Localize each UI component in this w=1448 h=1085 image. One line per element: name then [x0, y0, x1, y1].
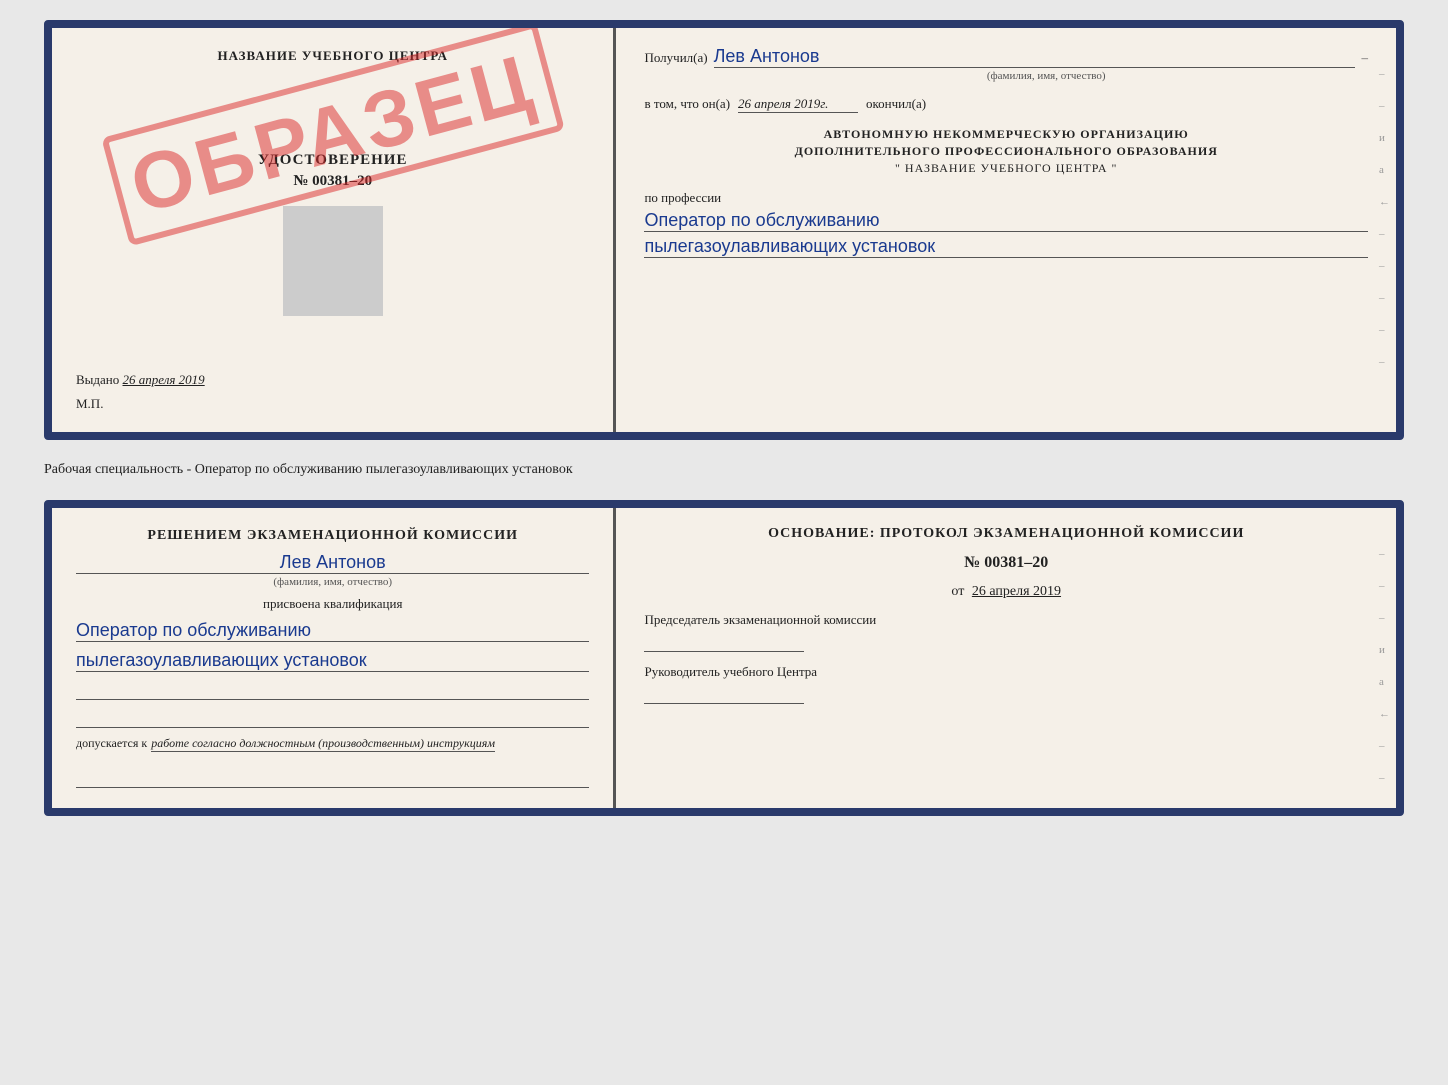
chairman-label: Председатель экзаменационной комиссии	[644, 612, 1368, 628]
admission-value: работе согласно должностным (производств…	[151, 736, 495, 752]
org-line1: АВТОНОМНУЮ НЕКОММЕРЧЕСКУЮ ОРГАНИЗАЦИЮ	[824, 127, 1189, 142]
profession-label: по профессии	[644, 190, 1368, 206]
org-name-left: НАЗВАНИЕ УЧЕБНОГО ЦЕНТРА	[217, 48, 448, 64]
basis-title: Основание: протокол экзаменационной коми…	[644, 526, 1368, 542]
bottom-document-card: Решением экзаменационной комиссии Лев Ан…	[44, 500, 1404, 816]
bottom-right-panel: Основание: протокол экзаменационной коми…	[616, 508, 1396, 808]
director-label: Руководитель учебного Центра	[644, 664, 1368, 680]
issued-label: Выдано	[76, 372, 119, 387]
person-block: Лев Антонов (фамилия, имя, отчество)	[76, 552, 589, 588]
profession-value1: Оператор по обслуживанию	[644, 210, 1368, 232]
director-block: Руководитель учебного Центра	[644, 664, 1368, 704]
person-name: Лев Антонов	[76, 552, 589, 574]
basis-date-value: 26 апреля 2019	[972, 584, 1061, 599]
fio-subtitle: (фамилия, имя, отчество)	[724, 70, 1368, 82]
received-row: Получил(а) Лев Антонов –	[644, 46, 1368, 68]
profession-value2: пылегазоулавливающих установок	[644, 236, 1368, 258]
basis-date: от 26 апреля 2019	[644, 584, 1368, 600]
top-right-side-marks: – – и а ← – – – – –	[1379, 68, 1390, 368]
page-wrapper: НАЗВАНИЕ УЧЕБНОГО ЦЕНТРА ОБРАЗЕЦ УДОСТОВ…	[44, 20, 1404, 816]
issued-line: Выдано 26 апреля 2019	[76, 372, 205, 388]
basis-number: № 00381–20	[644, 554, 1368, 572]
blank-line-2	[76, 708, 589, 728]
cert-label: УДОСТОВЕРЕНИЕ	[258, 152, 408, 169]
completed-label: в том, что он(а)	[644, 96, 730, 112]
qual-value2: пылегазоулавливающих установок	[76, 650, 589, 672]
top-document-card: НАЗВАНИЕ УЧЕБНОГО ЦЕНТРА ОБРАЗЕЦ УДОСТОВ…	[44, 20, 1404, 440]
bottom-left-panel: Решением экзаменационной комиссии Лев Ан…	[52, 508, 616, 808]
commission-title: Решением экзаменационной комиссии	[76, 528, 589, 544]
bottom-right-side-marks: – – – и а ← – – – –	[1379, 548, 1390, 816]
org-line3: " НАЗВАНИЕ УЧЕБНОГО ЦЕНТРА "	[895, 161, 1117, 176]
received-line: Получил(а) Лев Антонов – (фамилия, имя, …	[644, 46, 1368, 82]
received-name: Лев Антонов	[714, 46, 1356, 68]
org-line2: ДОПОЛНИТЕЛЬНОГО ПРОФЕССИОНАЛЬНОГО ОБРАЗО…	[795, 144, 1218, 159]
completed-suffix: окончил(а)	[866, 96, 926, 112]
chairman-signature-line	[644, 632, 804, 652]
mp-label: М.П.	[76, 396, 103, 412]
blank-line-3	[76, 768, 589, 788]
qualification-label: присвоена квалификация	[76, 596, 589, 612]
basis-date-label: от	[951, 584, 964, 599]
chairman-block: Председатель экзаменационной комиссии	[644, 612, 1368, 652]
issued-date: 26 апреля 2019	[123, 372, 205, 387]
completed-row: в том, что он(а) 26 апреля 2019г. окончи…	[644, 96, 1368, 113]
cert-number: № 00381–20	[293, 173, 372, 190]
received-dash: –	[1361, 50, 1368, 66]
top-right-panel: Получил(а) Лев Антонов – (фамилия, имя, …	[616, 28, 1396, 432]
completed-date: 26 апреля 2019г.	[738, 96, 858, 113]
qual-value1: Оператор по обслуживанию	[76, 620, 589, 642]
admission-row: допускается к работе согласно должностны…	[76, 736, 589, 752]
received-label: Получил(а)	[644, 50, 707, 66]
middle-text: Рабочая специальность - Оператор по обсл…	[44, 456, 1404, 484]
profession-block: по профессии Оператор по обслуживанию пы…	[644, 190, 1368, 258]
photo-placeholder	[283, 206, 383, 316]
director-signature-line	[644, 684, 804, 704]
org-block: АВТОНОМНУЮ НЕКОММЕРЧЕСКУЮ ОРГАНИЗАЦИЮ ДО…	[644, 127, 1368, 176]
admission-label: допускается к	[76, 736, 147, 751]
top-left-panel: НАЗВАНИЕ УЧЕБНОГО ЦЕНТРА ОБРАЗЕЦ УДОСТОВ…	[52, 28, 616, 432]
blank-line-1	[76, 680, 589, 700]
fio-subtitle-bottom: (фамилия, имя, отчество)	[273, 576, 392, 588]
